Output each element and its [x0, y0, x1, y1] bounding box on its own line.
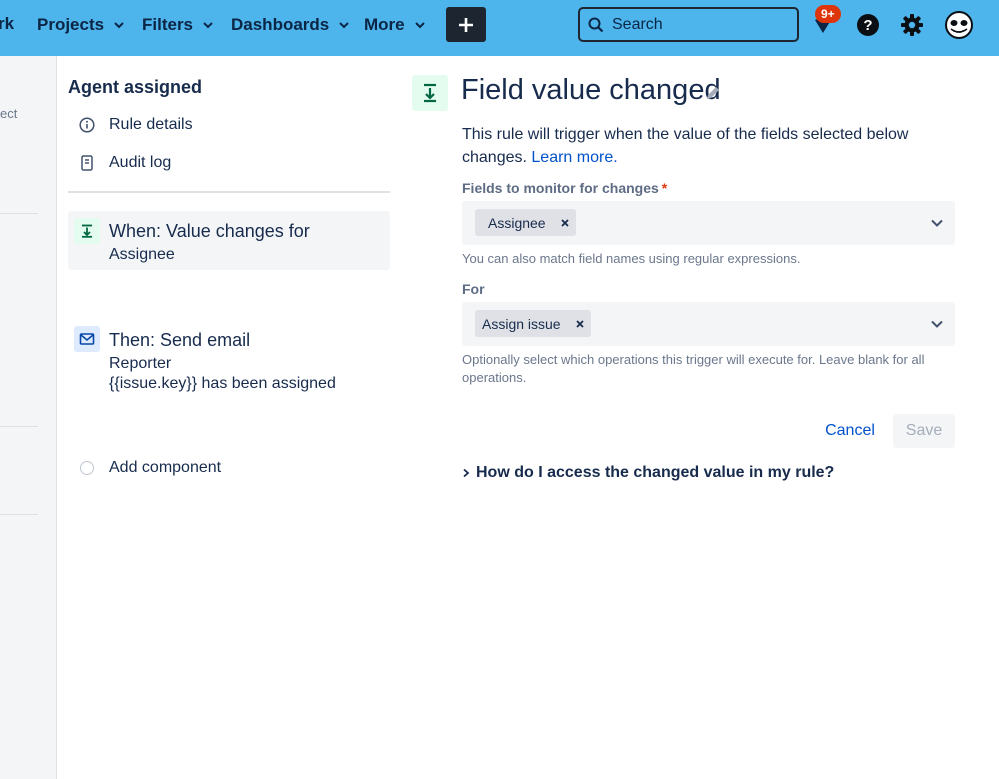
avatar [945, 11, 973, 39]
help-icon: ? [857, 14, 879, 36]
gutter-cut-text: ect [0, 106, 18, 121]
add-component-label: Add component [109, 459, 222, 476]
for-label: For [462, 281, 485, 297]
nav-filters-label: Filters [142, 15, 194, 34]
for-help-text: Optionally select which operations this … [462, 352, 925, 385]
nav-projects-label: Projects [37, 15, 105, 34]
search-input[interactable] [612, 15, 792, 34]
fields-help-text: You can also match field names using reg… [462, 251, 801, 266]
chevron-right-icon [463, 468, 470, 478]
changed-value-help-toggle[interactable]: How do I access the changed value in my … [462, 464, 834, 482]
fields-select[interactable]: Assignee [462, 201, 955, 245]
trigger-subtitle: Assignee [109, 246, 175, 263]
chevron-down-icon[interactable] [930, 317, 944, 331]
nav-item-work-cut[interactable]: rk [0, 14, 14, 34]
gutter-divider [0, 213, 38, 214]
gutter-divider [0, 426, 38, 427]
fields-label-text: Fields to monitor for changes [462, 180, 659, 196]
save-button[interactable]: Save [893, 414, 955, 448]
circle-icon [80, 461, 94, 475]
create-button[interactable] [446, 7, 486, 42]
close-icon[interactable] [560, 218, 570, 228]
action-title[interactable]: Then: Send email [109, 330, 250, 351]
nav-dashboards-label: Dashboards [231, 15, 330, 34]
project-sidebar-collapsed: ect [0, 56, 57, 779]
page-title: Field value changed [461, 74, 721, 106]
cancel-button[interactable]: Cancel [815, 414, 885, 448]
trigger-icon [74, 218, 100, 244]
faq-label: How do I access the changed value in my … [476, 464, 835, 481]
svg-text:?: ? [863, 17, 872, 34]
field-chip-assignee: Assignee [475, 209, 576, 236]
action-subtitle-subject: {{issue.key}} has been assigned [109, 375, 336, 392]
info-icon [78, 116, 96, 134]
fields-label: Fields to monitor for changes * [462, 180, 667, 196]
learn-more-link[interactable]: Learn more. [531, 149, 617, 166]
field-chip-label: Assignee [488, 214, 546, 231]
chevron-down-icon [414, 22, 425, 29]
for-select[interactable]: Assign issue [462, 302, 955, 346]
top-navigation-bar: rk Projects Filters Dashboards More 9+ ? [0, 0, 999, 56]
chevron-down-icon [114, 22, 124, 29]
chevron-down-icon[interactable] [930, 216, 944, 230]
nav-filters[interactable]: Filters [142, 14, 214, 36]
trigger-icon [412, 75, 448, 111]
nav-projects[interactable]: Projects [37, 14, 125, 36]
rule-details-label: Rule details [109, 116, 193, 133]
nav-more[interactable]: More [364, 14, 426, 36]
rule-name: Agent assigned [68, 77, 203, 97]
plus-icon [459, 17, 473, 32]
mail-icon [74, 326, 100, 352]
gear-icon [901, 14, 923, 36]
nav-more-label: More [364, 15, 405, 34]
action-subtitle-recipient: Reporter [109, 355, 172, 372]
description-text: This rule will trigger when the value of… [462, 126, 909, 166]
audit-log-label: Audit log [109, 154, 172, 171]
document-icon [78, 154, 96, 172]
close-icon[interactable] [575, 319, 585, 329]
search-box[interactable] [578, 7, 799, 42]
sidebar-divider [68, 191, 390, 193]
help-button[interactable]: ? [855, 12, 881, 38]
notification-badge: 9+ [815, 5, 841, 23]
profile-button[interactable] [944, 10, 974, 40]
operation-chip-assign-issue: Assign issue [475, 310, 591, 337]
chevron-down-icon [339, 22, 349, 29]
search-icon [588, 17, 604, 32]
nav-dashboards[interactable]: Dashboards [231, 14, 350, 36]
operation-chip-label: Assign issue [482, 315, 561, 332]
rule-details-link[interactable]: Rule details [78, 114, 193, 136]
add-component-button[interactable]: Add component [78, 457, 221, 479]
required-marker: * [661, 180, 668, 196]
pencil-icon[interactable] [704, 84, 722, 102]
settings-button[interactable] [899, 12, 925, 38]
audit-log-link[interactable]: Audit log [78, 152, 171, 174]
trigger-description: This rule will trigger when the value of… [462, 123, 942, 169]
trigger-title: When: Value changes for [109, 221, 310, 241]
gutter-divider [0, 514, 38, 515]
chevron-down-icon [203, 22, 213, 29]
